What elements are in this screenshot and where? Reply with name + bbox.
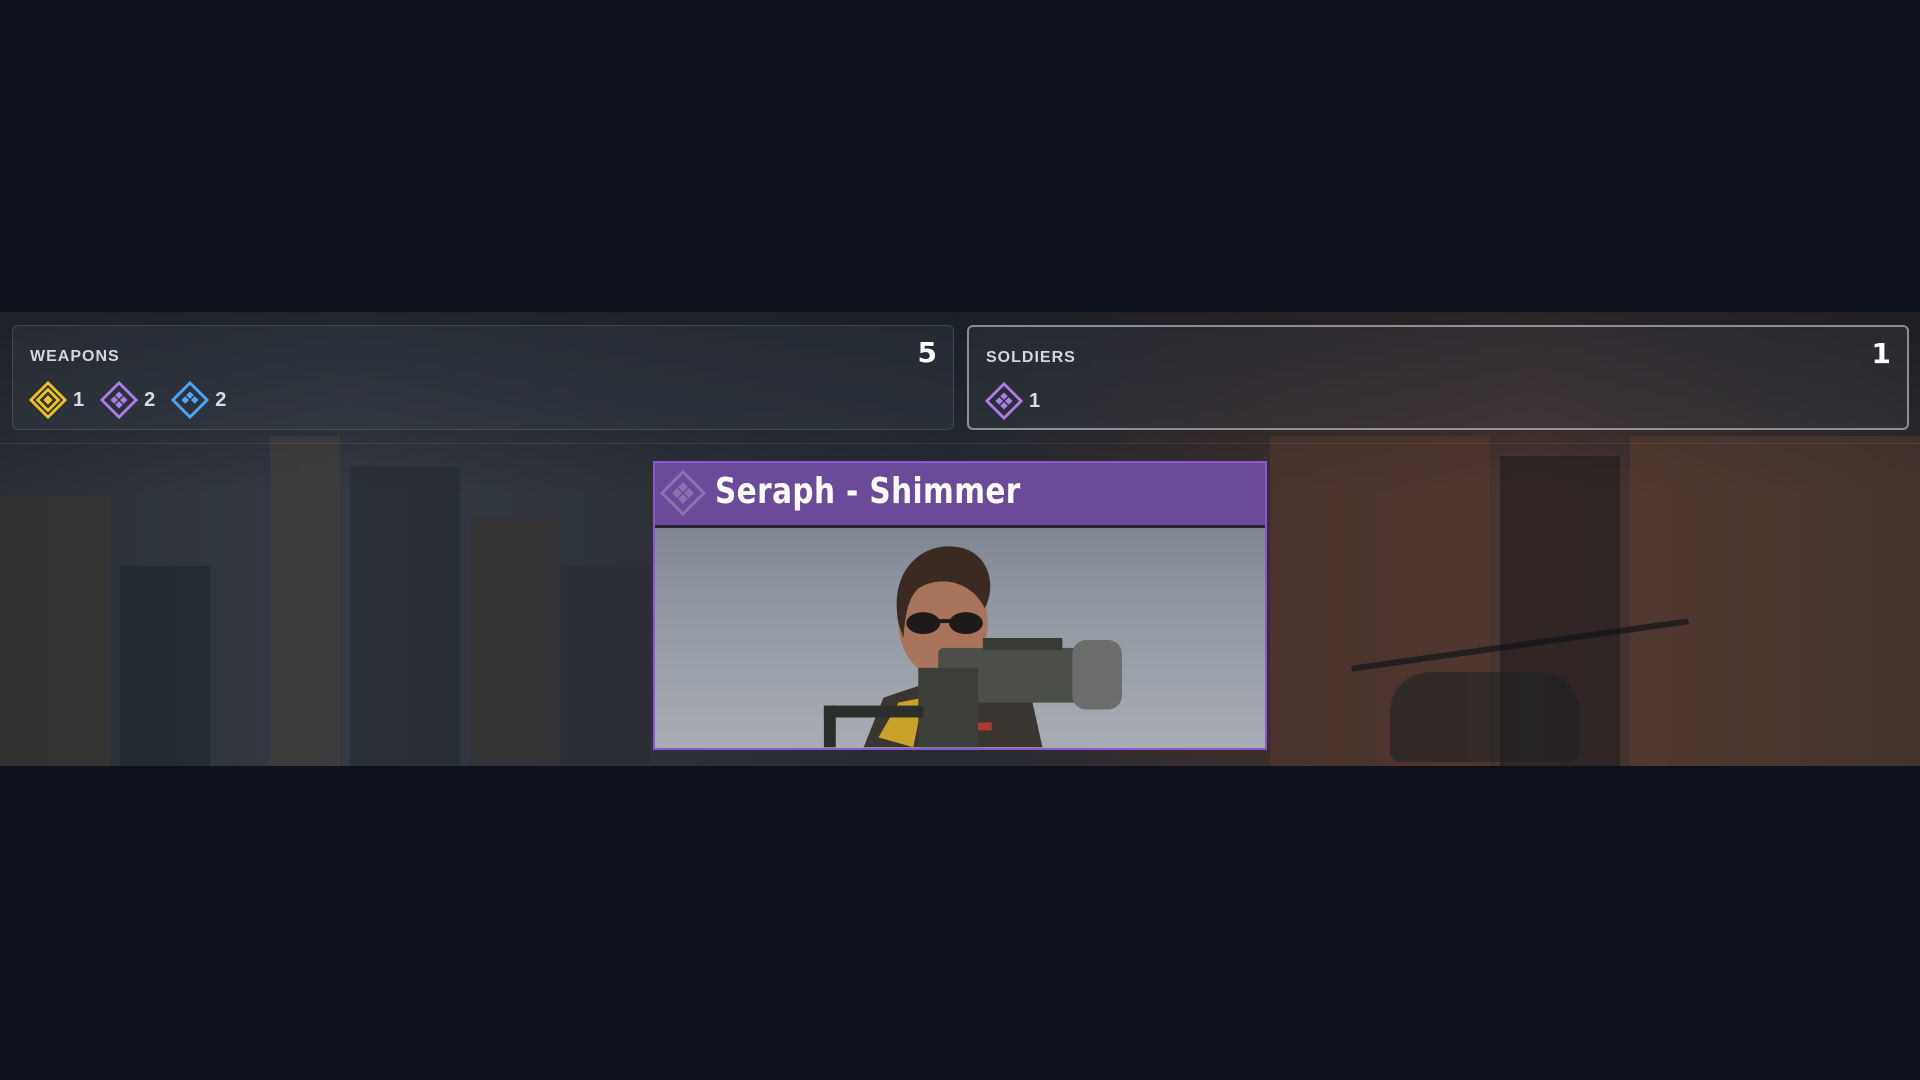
soldiers-epic-item: 1 (985, 382, 1040, 420)
soldiers-label: SOLDIERS (986, 349, 1076, 366)
weapons-rare-count: 2 (215, 388, 227, 411)
soldier-portrait-image (823, 546, 1122, 748)
weapons-total-count: 5 (917, 336, 937, 369)
background-building (0, 496, 110, 766)
purple-rarity-diamond-icon (100, 381, 139, 419)
background-building (470, 516, 560, 766)
reward-card-header: Seraph - Shimmer (655, 463, 1265, 528)
reward-card-title: Seraph - Shimmer (715, 471, 1021, 512)
purple-rarity-diamond-icon (985, 382, 1023, 420)
weapons-legendary-count: 1 (73, 388, 85, 411)
weapons-legendary-item: 1 (29, 381, 84, 419)
background-building (1630, 436, 1920, 766)
background-helicopter (1390, 672, 1580, 762)
soldiers-total-count: 1 (1871, 337, 1891, 370)
background-building (270, 436, 340, 766)
divider (0, 443, 1920, 444)
background-building (120, 566, 210, 766)
soldiers-panel[interactable]: SOLDIERS 1 1 (967, 325, 1909, 430)
reward-card[interactable]: Seraph - Shimmer (653, 461, 1267, 750)
soldiers-rarity-list: 1 (985, 382, 1056, 420)
epic-rarity-diamond-icon (659, 469, 707, 517)
background-building (560, 566, 650, 766)
soldiers-epic-count: 1 (1029, 389, 1041, 412)
weapons-rarity-list: 1 2 2 (29, 381, 242, 419)
gold-rarity-diamond-icon (29, 381, 67, 419)
weapons-epic-item: 2 (100, 381, 155, 419)
blue-rarity-diamond-icon (171, 381, 210, 419)
weapons-panel[interactable]: WEAPONS 5 1 2 2 (12, 325, 954, 430)
weapons-epic-count: 2 (144, 388, 156, 411)
weapons-label: WEAPONS (30, 348, 120, 365)
weapons-rare-item: 2 (171, 381, 226, 419)
background-building (350, 466, 460, 766)
